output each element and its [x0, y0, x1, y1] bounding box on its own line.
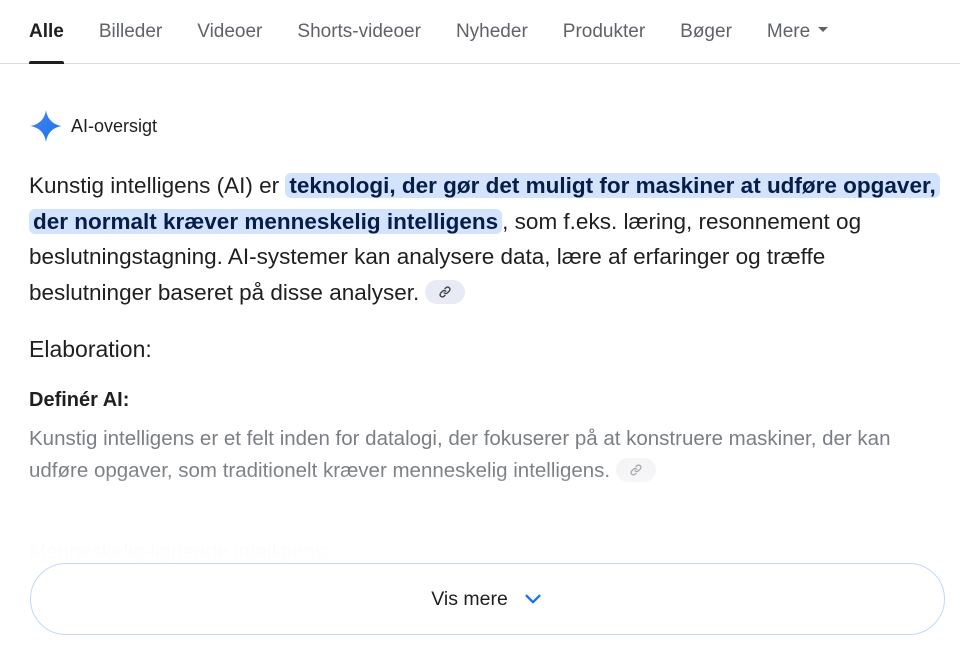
ai-overview-title: AI-oversigt [71, 115, 158, 136]
section-link-chip[interactable] [616, 457, 657, 482]
link-icon [439, 286, 451, 298]
tab-shorts-videoer[interactable]: Shorts-videoer [297, 0, 421, 64]
tab-videoer[interactable]: Videoer [197, 0, 262, 64]
section-text: Kunstig intelligens er et felt inden for… [29, 423, 919, 487]
ai-overview-header: AI-oversigt [29, 108, 157, 144]
tab-mere-label: Mere [766, 21, 811, 42]
search-tab-bar: Alle Billeder Videoer Shorts-videoer Nyh… [0, 0, 960, 64]
section-text-body: Kunstig intelligens er et felt inden for… [29, 427, 891, 482]
summary-prefix: Kunstig intelligens (AI) er [29, 173, 286, 198]
section-title: Definér AI: [29, 389, 130, 411]
tab-alle[interactable]: Alle [29, 0, 64, 64]
ai-overview-summary: Kunstig intelligens (AI) er teknologi, d… [29, 168, 940, 310]
source-link-chip[interactable] [425, 279, 466, 304]
tab-nyheder[interactable]: Nyheder [456, 0, 528, 64]
sparkle-icon [30, 110, 62, 142]
show-more-label: Vis mere [431, 587, 508, 610]
tab-billeder[interactable]: Billeder [99, 0, 162, 64]
show-more-button[interactable]: Vis mere [30, 563, 945, 635]
link-icon [630, 464, 642, 476]
caret-down-icon [818, 27, 829, 33]
tab-mere[interactable]: Mere [766, 0, 829, 64]
tab-produkter[interactable]: Produkter [563, 0, 645, 64]
tab-boger[interactable]: Bøger [680, 0, 732, 64]
elaboration-heading: Elaboration: [29, 336, 152, 362]
tab-list: Alle Billeder Videoer Shorts-videoer Nyh… [29, 0, 863, 64]
chevron-down-icon [525, 594, 541, 604]
next-section-title: Menneskelig-lignende intelligens: [29, 540, 331, 563]
